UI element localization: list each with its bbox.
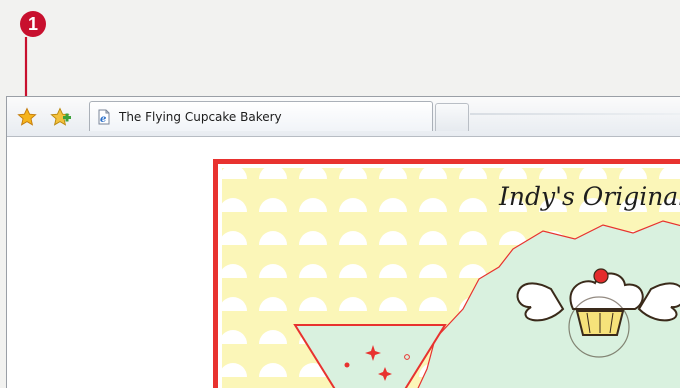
add-to-favorites-button[interactable]: [50, 107, 72, 127]
browser-toolbar: e The Flying Cupcake Bakery: [7, 97, 680, 137]
screenshot-stage: 1 e The Flying Cupcake Bakery Indy's Ori…: [0, 0, 680, 388]
step-callout-badge: 1: [20, 11, 46, 37]
tab-title: The Flying Cupcake Bakery: [119, 109, 282, 124]
browser-window: e The Flying Cupcake Bakery Indy's Origi…: [6, 96, 680, 388]
star-icon: [17, 107, 37, 126]
page-viewport: Indy's Original: [7, 137, 680, 388]
page-headline: Indy's Original: [498, 182, 680, 211]
favorites-button[interactable]: [16, 107, 38, 127]
new-tab-button[interactable]: [435, 103, 469, 131]
svg-text:e: e: [100, 114, 106, 125]
add-star-icon: [50, 107, 71, 126]
ie-page-icon: e: [95, 108, 113, 126]
tab-strip-line: [470, 113, 680, 115]
tab-flying-cupcake-bakery[interactable]: e The Flying Cupcake Bakery: [89, 101, 433, 131]
bakery-page-artwork: Indy's Original: [213, 159, 680, 388]
